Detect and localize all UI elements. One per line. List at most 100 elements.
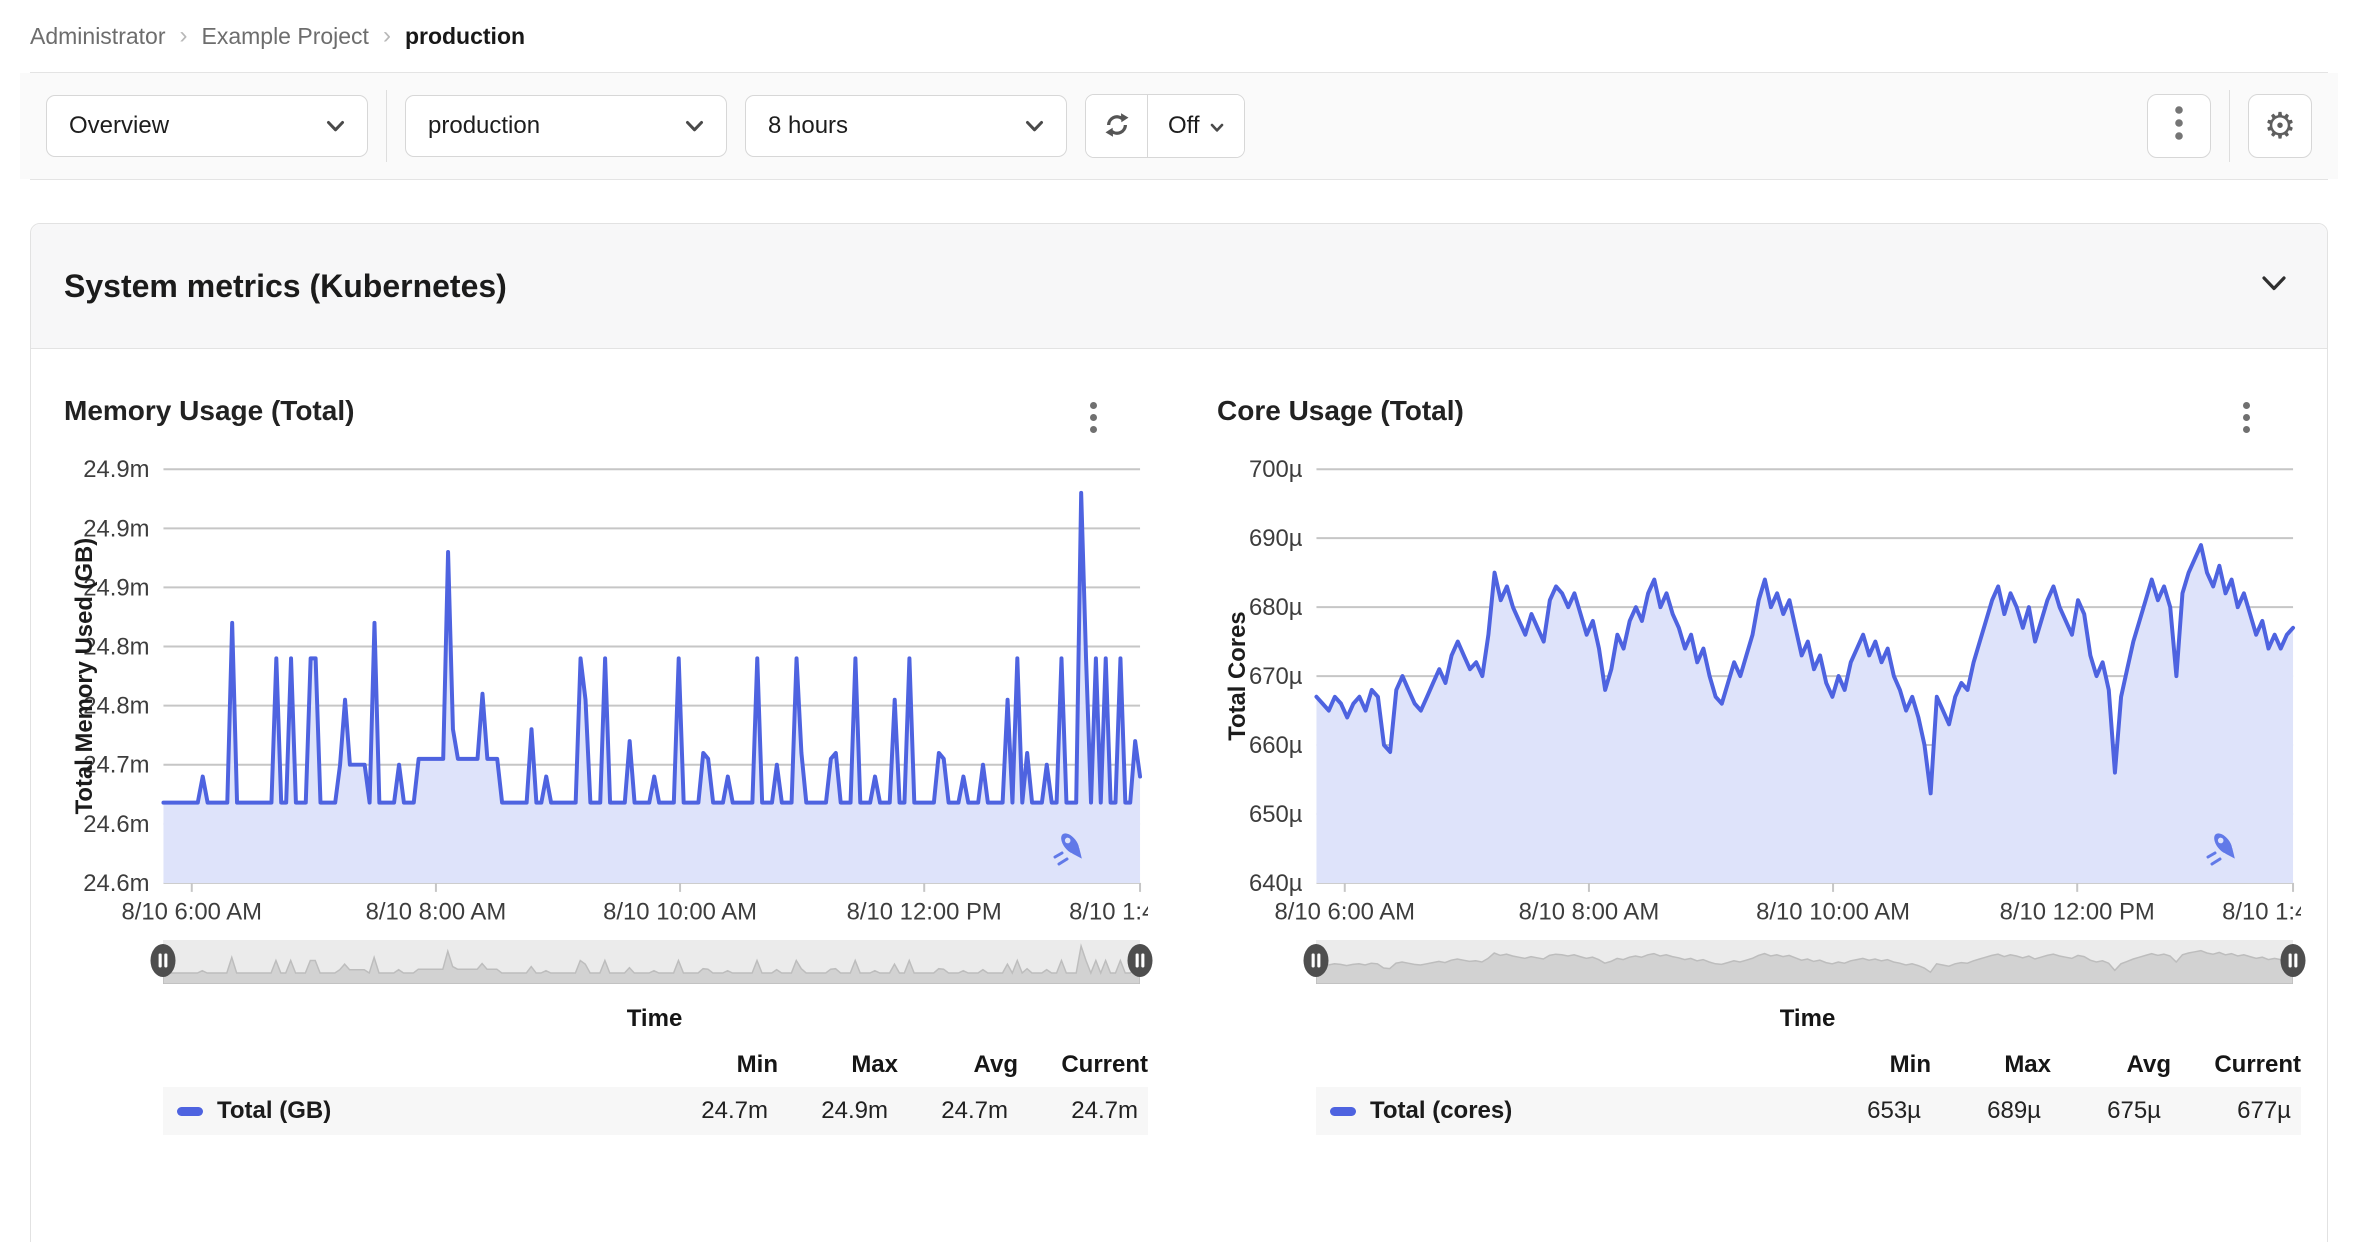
svg-text:640µ: 640µ xyxy=(1249,870,1303,897)
series-avg: 24.7m xyxy=(941,1097,1008,1124)
core-usage-chart-module: Core Usage (Total) 700µ 690µ 680µ 670µ 660µ 6… xyxy=(1217,395,2306,1135)
series-swatch xyxy=(177,1106,203,1116)
svg-text:Total Cores: Total Cores xyxy=(1224,611,1251,740)
series-min: 653µ xyxy=(1867,1097,1921,1124)
breadcrumb-org[interactable]: Administrator xyxy=(30,23,165,50)
legend-row[interactable]: Total (cores) 653µ 689µ 675µ 677µ xyxy=(1316,1087,2301,1135)
series-avg: 675µ xyxy=(2107,1097,2161,1124)
series-max: 689µ xyxy=(1987,1097,2041,1124)
legend-col-max: Max xyxy=(2004,1051,2051,1078)
svg-text:Total Memory Used (GB): Total Memory Used (GB) xyxy=(71,538,98,815)
brush-handle-left[interactable] xyxy=(149,943,177,982)
refresh-split-button: Off xyxy=(1085,94,1245,158)
chart-title: Memory Usage (Total) xyxy=(64,395,355,426)
legend-col-min: Min xyxy=(736,1051,778,1078)
legend-col-current: Current xyxy=(2214,1051,2301,1078)
breadcrumb-cluster: production xyxy=(404,22,526,49)
toolbar: Overview production 8 hours Off ⚙ xyxy=(20,73,2338,179)
dashboard-select-value: Overview xyxy=(69,112,170,139)
svg-text:8/10 8:00 AM: 8/10 8:00 AM xyxy=(1519,899,1660,925)
series-name: Total (GB) xyxy=(217,1097,332,1124)
charts-row: Memory Usage (Total) 24.9m 24.9m 24.9m 24.8… xyxy=(31,349,2327,1195)
svg-text:660µ: 660µ xyxy=(1249,732,1303,759)
core-usage-chart[interactable]: 700µ 690µ 680µ 670µ 660µ 650µ 640µ8/10 6:00 AM… xyxy=(1217,457,2301,925)
chevron-down-icon xyxy=(1025,112,1044,140)
svg-text:24.9m: 24.9m xyxy=(83,457,149,483)
toolbar-divider xyxy=(2229,90,2230,162)
refresh-button[interactable] xyxy=(1086,95,1148,157)
section-title: System metrics (Kubernetes) xyxy=(64,267,507,304)
brush-handle-right[interactable] xyxy=(2279,943,2307,982)
metrics-card: System metrics (Kubernetes) Memory Usage… xyxy=(30,223,2328,1242)
brush-handle-right[interactable] xyxy=(1126,943,1154,982)
svg-text:700µ: 700µ xyxy=(1249,457,1303,483)
breadcrumb-separator: › xyxy=(179,22,188,49)
chevron-down-icon xyxy=(685,112,704,140)
chevron-down-icon xyxy=(1210,112,1224,140)
chart-legend: Min Max Avg Current Total (cores) 653µ 6… xyxy=(1316,1043,2301,1135)
memory-usage-chart-module: Memory Usage (Total) 24.9m 24.9m 24.9m 24.8… xyxy=(64,395,1153,1135)
svg-text:8/10 6:00 AM: 8/10 6:00 AM xyxy=(121,899,262,925)
series-min: 24.7m xyxy=(701,1097,768,1124)
svg-text:8/10 10:00 AM: 8/10 10:00 AM xyxy=(1756,899,1910,925)
legend-header: Min Max Avg Current xyxy=(1316,1043,2301,1087)
rocket-watermark-icon xyxy=(1048,828,1092,873)
chart-options-button[interactable] xyxy=(1079,395,1108,443)
legend-header: Min Max Avg Current xyxy=(163,1043,1148,1087)
brush-track[interactable] xyxy=(1316,940,2293,984)
svg-text:8/10 10:00 AM: 8/10 10:00 AM xyxy=(603,899,757,925)
cluster-select-value: production xyxy=(428,112,541,139)
legend-col-max: Max xyxy=(851,1051,898,1078)
rocket-watermark-icon xyxy=(2201,828,2245,873)
section-header[interactable]: System metrics (Kubernetes) xyxy=(31,224,2327,349)
dashboard-select[interactable]: Overview xyxy=(46,95,368,157)
x-axis-title: Time xyxy=(1779,1005,1836,1032)
timerange-select-value: 8 hours xyxy=(768,112,849,139)
cluster-select[interactable]: production xyxy=(405,95,727,157)
chevron-down-icon xyxy=(326,112,345,140)
svg-text:8/10 8:00 AM: 8/10 8:00 AM xyxy=(366,899,507,925)
svg-text:680µ: 680µ xyxy=(1249,594,1303,621)
settings-button[interactable]: ⚙ xyxy=(2248,94,2312,158)
kebab-icon xyxy=(2174,105,2184,148)
collapse-chevron-icon[interactable] xyxy=(2261,275,2287,297)
svg-text:8/10 1:46 PM: 8/10 1:46 PM xyxy=(2222,899,2301,925)
legend-col-avg: Avg xyxy=(973,1051,1018,1078)
refresh-icon xyxy=(1102,110,1132,143)
x-axis-title: Time xyxy=(626,1005,683,1032)
time-brush xyxy=(150,939,1153,985)
svg-text:8/10 1:46 PM: 8/10 1:46 PM xyxy=(1069,899,1148,925)
time-brush xyxy=(1303,939,2306,985)
series-max: 24.9m xyxy=(821,1097,888,1124)
series-name: Total (cores) xyxy=(1370,1097,1513,1124)
memory-usage-chart[interactable]: 24.9m24.9m24.9m24.8m24.8m24.7m24.6m24.6m… xyxy=(64,457,1148,925)
legend-col-avg: Avg xyxy=(2126,1051,2171,1078)
svg-text:24.6m: 24.6m xyxy=(83,870,149,897)
brush-handle-left[interactable] xyxy=(1302,943,1330,982)
legend-row[interactable]: Total (GB) 24.7m 24.9m 24.7m 24.7m xyxy=(163,1087,1148,1135)
breadcrumb: Administrator › Example Project › produc… xyxy=(0,0,2358,72)
series-swatch xyxy=(1330,1106,1356,1116)
chart-title: Core Usage (Total) xyxy=(1217,395,1464,426)
svg-text:670µ: 670µ xyxy=(1249,663,1303,690)
chart-options-button[interactable] xyxy=(2232,395,2261,443)
brush-track[interactable] xyxy=(163,940,1140,984)
breadcrumb-project[interactable]: Example Project xyxy=(201,23,368,50)
legend-col-min: Min xyxy=(1889,1051,1931,1078)
svg-text:690µ: 690µ xyxy=(1249,525,1303,552)
kebab-icon xyxy=(1090,402,1097,433)
chart-legend: Min Max Avg Current Total (GB) 24.7m 24.… xyxy=(163,1043,1148,1135)
refresh-interval-value: Off xyxy=(1168,112,1200,139)
divider xyxy=(30,179,2328,180)
series-current: 24.7m xyxy=(1071,1097,1138,1124)
svg-text:8/10 6:00 AM: 8/10 6:00 AM xyxy=(1274,899,1415,925)
timerange-select[interactable]: 8 hours xyxy=(745,95,1067,157)
svg-text:8/10 12:00 PM: 8/10 12:00 PM xyxy=(847,899,1002,925)
legend-col-current: Current xyxy=(1061,1051,1148,1078)
refresh-interval-select[interactable]: Off xyxy=(1148,95,1244,157)
breadcrumb-separator: › xyxy=(382,22,391,49)
svg-text:8/10 12:00 PM: 8/10 12:00 PM xyxy=(2000,899,2155,925)
kebab-icon xyxy=(2243,402,2250,433)
more-options-button[interactable] xyxy=(2147,94,2211,158)
svg-text:650µ: 650µ xyxy=(1249,801,1303,828)
